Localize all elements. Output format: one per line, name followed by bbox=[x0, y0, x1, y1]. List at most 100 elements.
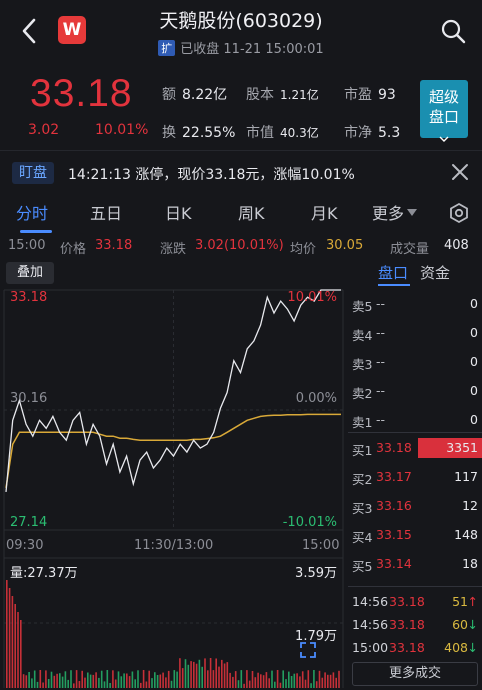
ask-price: -- bbox=[376, 325, 386, 340]
volume-bar bbox=[67, 679, 69, 688]
trades-divider bbox=[348, 586, 482, 587]
watch-alert-bar[interactable]: 盯盘 14:21:13 涨停，现价33.18元，涨幅10.01% bbox=[0, 156, 482, 188]
volume-bar bbox=[190, 661, 192, 688]
volume-bar bbox=[89, 674, 92, 688]
volume-bar bbox=[332, 672, 335, 688]
tab-orderbook[interactable]: 盘口 bbox=[378, 262, 408, 283]
back-arrow-icon[interactable] bbox=[18, 16, 42, 46]
bid-row[interactable]: 买1 33.18 3351 bbox=[352, 438, 482, 460]
volume-bar bbox=[310, 683, 312, 688]
volume-bar bbox=[134, 679, 136, 688]
volume-bar bbox=[11, 596, 14, 688]
divider bbox=[0, 150, 482, 151]
pct-axis-max: 10.01% bbox=[287, 290, 337, 305]
bid-volume: 3351 bbox=[446, 440, 478, 455]
volume-bar bbox=[204, 658, 206, 688]
tab-more[interactable]: 更多 bbox=[372, 200, 418, 224]
volume-bar bbox=[268, 678, 270, 688]
bid-row[interactable]: 买4 33.15 148 bbox=[352, 527, 478, 547]
bid-row[interactable]: 买2 33.17 117 bbox=[352, 469, 478, 489]
ask-label: 卖1 bbox=[352, 415, 373, 430]
volume-bar bbox=[131, 671, 134, 688]
ask-volume: 0 bbox=[470, 412, 478, 427]
settings-icon[interactable] bbox=[448, 202, 470, 224]
tab-five-day[interactable]: 五日 bbox=[90, 200, 122, 224]
tab-weekly-k[interactable]: 周K bbox=[238, 200, 265, 224]
volume-bar bbox=[53, 675, 56, 688]
x-axis-mid: 11:30/13:00 bbox=[134, 538, 214, 553]
volume-bar bbox=[20, 620, 22, 688]
volume-bar bbox=[47, 679, 50, 688]
fullscreen-icon[interactable] bbox=[298, 640, 318, 660]
ask-price: -- bbox=[376, 354, 386, 369]
volume-bar bbox=[167, 670, 170, 688]
volume-bar bbox=[198, 659, 201, 688]
bid-price: 33.18 bbox=[376, 440, 412, 455]
volume-bar bbox=[260, 674, 262, 688]
x-axis-end: 15:00 bbox=[302, 538, 340, 553]
ask-label: 卖2 bbox=[352, 386, 373, 401]
volume-bar bbox=[274, 681, 276, 688]
volume-bar bbox=[218, 666, 220, 688]
ask-row[interactable]: 卖2 -- 0 bbox=[352, 383, 478, 403]
volume-bar bbox=[151, 678, 153, 688]
caret-down-icon bbox=[407, 209, 418, 216]
bid-row[interactable]: 买3 33.16 12 bbox=[352, 498, 478, 518]
overlay-button[interactable]: 叠加 bbox=[6, 262, 54, 284]
volume-bar bbox=[142, 670, 145, 688]
volume-bar bbox=[329, 674, 332, 688]
ask-volume: 0 bbox=[470, 354, 478, 369]
volume-bar bbox=[271, 670, 273, 688]
active-tab-indicator bbox=[20, 230, 52, 233]
volume-bar bbox=[45, 670, 47, 688]
search-icon[interactable] bbox=[440, 18, 466, 44]
volume-bar bbox=[285, 679, 287, 688]
expand-tag[interactable]: 扩 bbox=[158, 40, 176, 56]
volume-bar bbox=[290, 676, 293, 688]
volume-bar bbox=[56, 673, 58, 688]
trade-volume: 51 bbox=[452, 594, 468, 609]
volume-axis-max: 3.59万 bbox=[295, 566, 337, 581]
volume-bar bbox=[70, 670, 72, 688]
volume-bar bbox=[114, 679, 117, 688]
volume-bar bbox=[14, 604, 16, 688]
tab-capital-flow[interactable]: 资金 bbox=[420, 262, 450, 283]
volume-bar bbox=[75, 670, 78, 688]
ask-row[interactable]: 卖4 -- 0 bbox=[352, 325, 478, 345]
volume-total: 量:27.37万 bbox=[10, 566, 78, 581]
volume-bar bbox=[181, 668, 184, 688]
tab-daily-k[interactable]: 日K bbox=[165, 200, 192, 224]
volume-bar bbox=[159, 674, 162, 688]
ask-row[interactable]: 卖1 -- 0 bbox=[352, 412, 478, 432]
volume-bar bbox=[156, 675, 159, 688]
tab-monthly-k[interactable]: 月K bbox=[311, 200, 338, 224]
ask-volume: 0 bbox=[470, 325, 478, 340]
volume-bar bbox=[221, 659, 223, 688]
bid-label: 买4 bbox=[352, 530, 373, 545]
tab-intraday[interactable]: 分时 bbox=[16, 200, 48, 224]
bid-label: 买2 bbox=[352, 472, 373, 487]
volume-bar bbox=[162, 672, 164, 688]
bid-row[interactable]: 买5 33.14 18 bbox=[352, 556, 478, 576]
volume-bar bbox=[226, 662, 229, 688]
ask-row[interactable]: 卖5 -- 0 bbox=[352, 296, 478, 316]
volume-bar bbox=[137, 670, 139, 688]
bid-label: 买1 bbox=[352, 443, 373, 458]
close-icon[interactable] bbox=[450, 162, 470, 182]
volume-bar bbox=[248, 680, 251, 688]
volume-bar bbox=[338, 670, 340, 688]
watch-tag: 盯盘 bbox=[12, 162, 54, 184]
more-trades-button[interactable]: 更多成交 bbox=[352, 662, 478, 686]
ask-volume: 0 bbox=[470, 383, 478, 398]
volume-bar bbox=[232, 676, 234, 688]
stat-amount: 额 8.22亿 bbox=[162, 87, 228, 103]
super-orderbook-button[interactable]: 超级 盘口 bbox=[420, 80, 468, 142]
volume-bar bbox=[209, 658, 212, 688]
volume-bar bbox=[22, 674, 25, 688]
period-tabs: 分时 五日 日K 周K 月K 更多 bbox=[0, 196, 482, 234]
ask-row[interactable]: 卖3 -- 0 bbox=[352, 354, 478, 374]
ask-label: 卖5 bbox=[352, 299, 373, 314]
stat-market-cap: 市值 40.3亿 bbox=[246, 125, 319, 141]
bid-volume: 148 bbox=[454, 527, 478, 542]
volume-bar bbox=[327, 674, 329, 688]
